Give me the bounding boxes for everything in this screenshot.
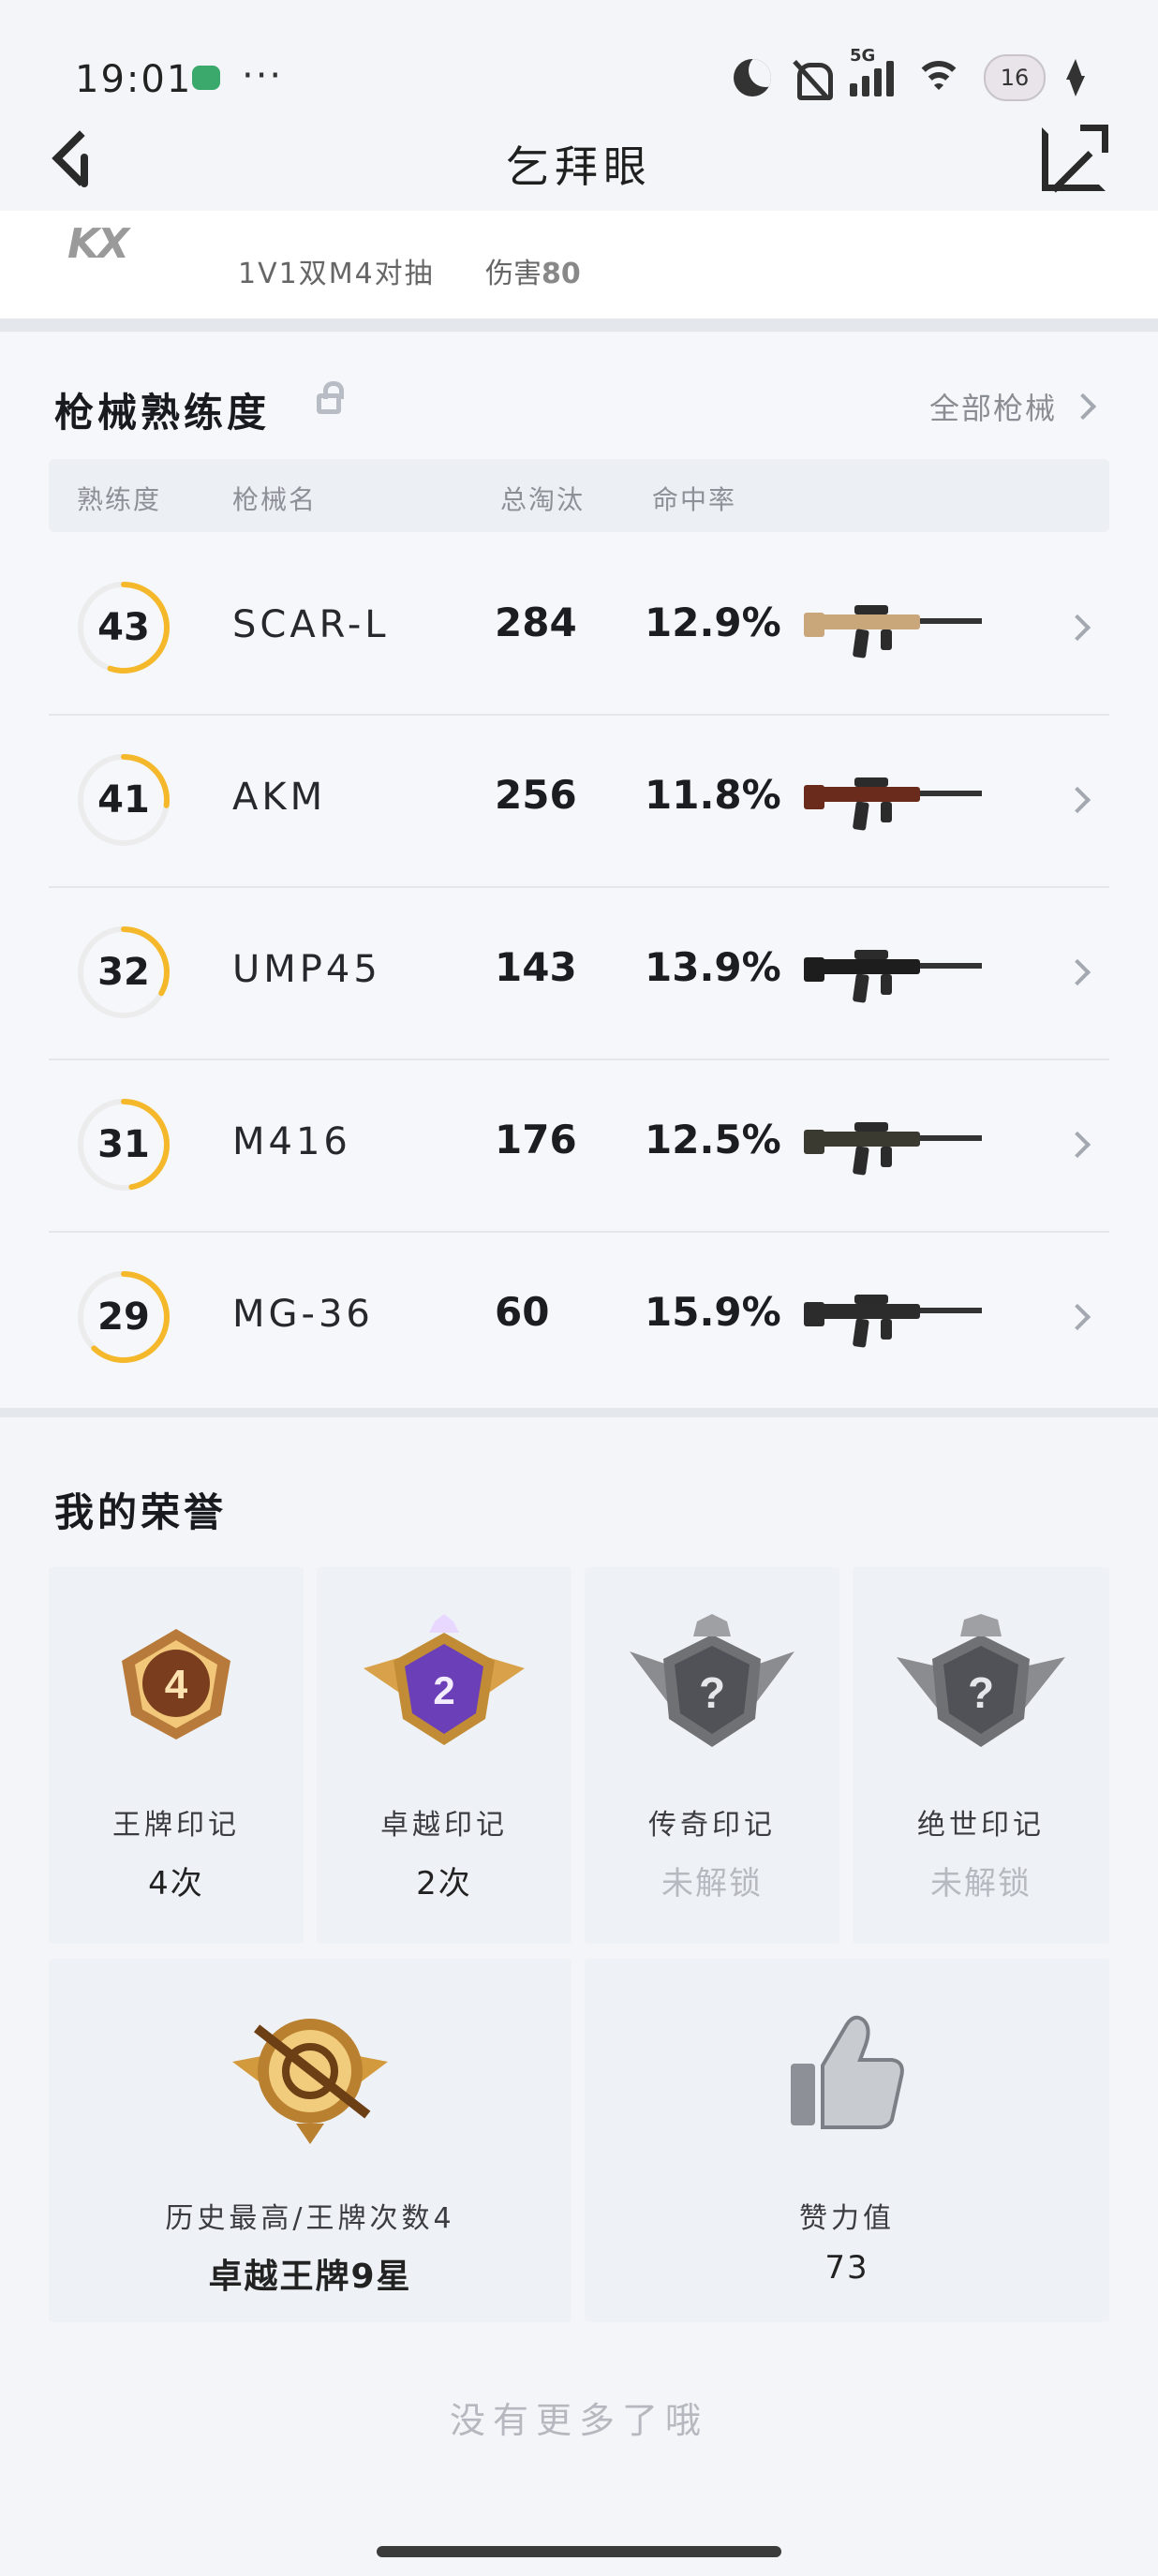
- header-proficiency: 熟练度: [77, 484, 162, 515]
- weapon-name: MG-36: [232, 1293, 374, 1336]
- section-title: 我的荣誉: [54, 1489, 228, 1535]
- share-icon[interactable]: [1042, 125, 1108, 191]
- header-hit-rate: 命中率: [652, 484, 737, 515]
- honor-label: 绝世印记: [917, 1809, 1045, 1842]
- weapon-image: [804, 1122, 982, 1176]
- honor-value: 2次: [416, 1865, 472, 1902]
- home-indicator[interactable]: [377, 2546, 781, 2557]
- all-weapons-link[interactable]: 全部枪械: [928, 385, 1097, 428]
- hit-rate: 15.9%: [645, 1289, 781, 1335]
- excellence-mark-badge-icon: 2: [364, 1614, 525, 1745]
- weapon-image: [804, 1295, 982, 1348]
- honors-section: 我的荣誉 4 王牌印记 4次 2 卓越印记 2次 ? 传奇印记 未解锁 ? 绝世…: [0, 1417, 1158, 2576]
- weapon-row[interactable]: 29 MG-36 60 15.9%: [49, 1233, 1109, 1405]
- all-weapons-label: 全部枪械: [928, 391, 1057, 426]
- weapon-table-header: 熟练度 枪械名 总淘汰 命中率: [49, 459, 1109, 532]
- honor-label: 王牌印记: [112, 1809, 240, 1842]
- charging-icon: [1064, 59, 1085, 96]
- chevron-right-icon: [1063, 1131, 1091, 1159]
- do-not-disturb-icon: [734, 59, 771, 96]
- more-notifications-icon: ···: [242, 54, 284, 97]
- status-time: 19:01: [75, 58, 193, 101]
- total-kills: 284: [495, 600, 577, 645]
- header-total-kills: 总淘汰: [500, 484, 586, 515]
- likes-label: 赞力值: [799, 2202, 895, 2235]
- weapon-proficiency-section: 枪械熟练度 全部枪械 熟练度 枪械名 总淘汰 命中率 43 SCAR-L 284 12…: [0, 333, 1158, 1408]
- hit-rate: 13.9%: [645, 944, 781, 990]
- chevron-right-icon: [1063, 786, 1091, 814]
- weapon-name: SCAR-L: [232, 603, 390, 646]
- total-kills: 143: [495, 944, 577, 990]
- hit-rate: 12.9%: [645, 600, 781, 645]
- weapon-row[interactable]: 41 AKM 256 11.8%: [49, 716, 1109, 888]
- honor-value: 4次: [148, 1865, 204, 1902]
- svg-text:?: ?: [699, 1668, 725, 1717]
- no-more-text: 没有更多了哦: [449, 2400, 708, 2441]
- weapon-name: UMP45: [232, 948, 381, 991]
- network-type-label: 5G: [850, 46, 876, 66]
- honor-value: 未解锁: [661, 1865, 763, 1902]
- unlock-icon[interactable]: [317, 381, 344, 414]
- likes-value: 73: [824, 2249, 869, 2287]
- weapon-row[interactable]: 32 UMP45 143 13.9%: [49, 888, 1109, 1060]
- weapon-image: [804, 777, 982, 831]
- proficiency-level: 43: [97, 606, 150, 649]
- svg-text:?: ?: [968, 1668, 994, 1717]
- match-logo: KX: [67, 220, 129, 268]
- navigation-bar: 乞拜眼: [0, 112, 1158, 206]
- header-weapon-name: 枪械名: [232, 484, 318, 515]
- honor-card-ace-mark[interactable]: 4 王牌印记 4次: [49, 1567, 304, 1944]
- ace-rank-badge-icon: [232, 2019, 388, 2144]
- hit-rate: 11.8%: [645, 772, 781, 818]
- wifi-icon: [913, 59, 965, 96]
- weapon-row[interactable]: 31 M416 176 12.5%: [49, 1060, 1109, 1233]
- weapon-name: AKM: [232, 776, 327, 819]
- app-notification-icon: [192, 66, 220, 90]
- likes-card[interactable]: 赞力值 73: [585, 1959, 1109, 2322]
- thumbs-up-icon: [791, 2015, 904, 2129]
- proficiency-level: 32: [97, 951, 150, 994]
- status-indicators: 5G 16: [734, 46, 1085, 101]
- total-kills: 60: [495, 1289, 550, 1335]
- weapon-image: [804, 950, 982, 1003]
- section-divider: [0, 318, 1158, 332]
- page-title: 乞拜眼: [506, 141, 652, 192]
- match-mode: 1V1双M4对抽: [238, 258, 435, 290]
- svg-text:2: 2: [433, 1668, 454, 1712]
- honor-card-legend-mark[interactable]: ? 传奇印记 未解锁: [585, 1567, 839, 1944]
- weapon-name: M416: [232, 1120, 351, 1163]
- mute-icon: [790, 59, 833, 100]
- section-title: 枪械熟练度: [54, 390, 271, 436]
- total-kills: 176: [495, 1117, 577, 1162]
- proficiency-level: 29: [97, 1295, 150, 1339]
- svg-text:4: 4: [165, 1662, 188, 1708]
- weapon-row[interactable]: 43 SCAR-L 284 12.9%: [49, 543, 1109, 716]
- legend-mark-locked-badge-icon: ?: [630, 1614, 794, 1747]
- highest-rank-card[interactable]: 历史最高/王牌次数4 卓越王牌9星: [49, 1959, 572, 2322]
- proficiency-level: 41: [97, 778, 150, 822]
- hit-rate: 12.5%: [645, 1117, 781, 1162]
- honor-value: 未解锁: [930, 1865, 1032, 1902]
- chevron-right-icon: [1063, 1303, 1091, 1331]
- status-bar: 19:01 ··· 5G 16: [0, 0, 1158, 112]
- honor-card-excellence-mark[interactable]: 2 卓越印记 2次: [317, 1567, 572, 1944]
- match-damage: 伤害80: [485, 258, 581, 290]
- peerless-mark-locked-badge-icon: ?: [897, 1614, 1065, 1747]
- battery-icon: 16: [984, 54, 1046, 101]
- chevron-right-icon: [1069, 392, 1097, 421]
- previous-match-card[interactable]: KX 1V1双M4对抽 伤害80: [0, 211, 1158, 318]
- chevron-right-icon: [1063, 614, 1091, 642]
- chevron-right-icon: [1063, 958, 1091, 986]
- ace-mark-badge-icon: 4: [122, 1629, 230, 1740]
- rank-label: 历史最高/王牌次数4: [165, 2202, 455, 2235]
- total-kills: 256: [495, 772, 577, 818]
- rank-value: 卓越王牌9星: [208, 2258, 412, 2296]
- weapon-image: [804, 605, 982, 659]
- cellular-signal-icon: 5G: [850, 46, 894, 96]
- honor-label: 卓越印记: [380, 1809, 508, 1842]
- honor-card-peerless-mark[interactable]: ? 绝世印记 未解锁: [853, 1567, 1109, 1944]
- honor-label: 传奇印记: [648, 1809, 776, 1842]
- proficiency-level: 31: [97, 1123, 150, 1166]
